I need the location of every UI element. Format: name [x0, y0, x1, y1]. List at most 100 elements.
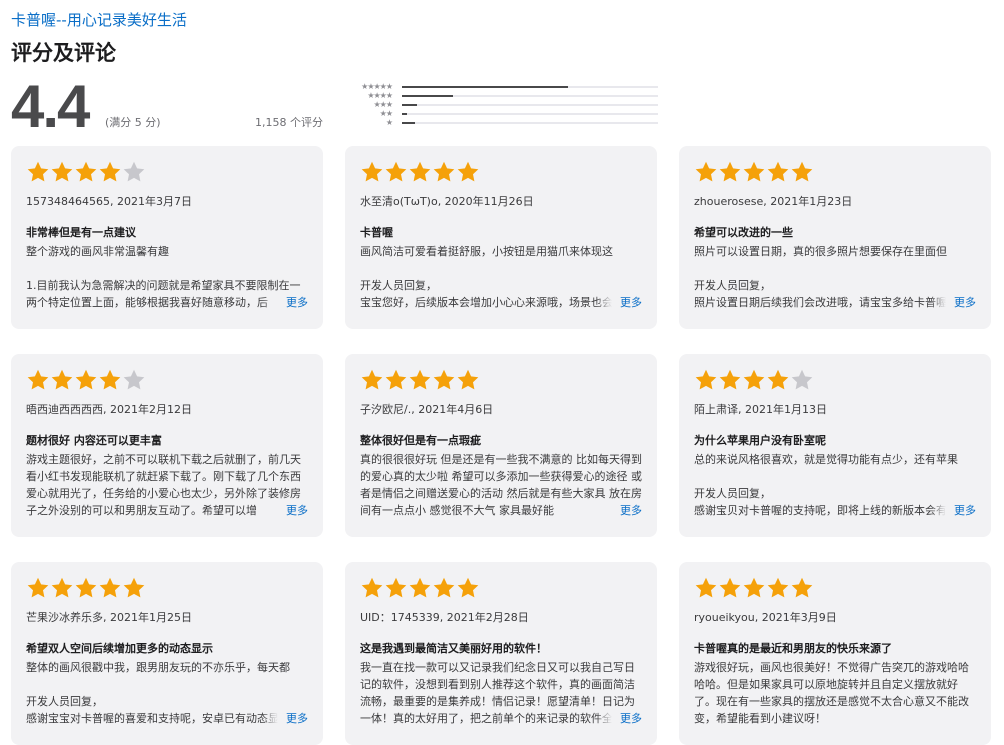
histogram-track	[402, 121, 658, 124]
histogram-track	[402, 85, 658, 88]
star-empty-icon	[123, 369, 145, 390]
app-title-link[interactable]: 卡普喔--用心记录美好生活	[11, 9, 187, 30]
rating-histogram: ★★★★★ ★★★★ ★★★ ★★ ★	[342, 82, 658, 127]
star-filled-icon	[457, 161, 479, 182]
star-filled-icon	[433, 577, 455, 598]
star-filled-icon	[743, 161, 765, 182]
more-button[interactable]: 更多	[596, 710, 642, 727]
more-button[interactable]: 更多	[262, 294, 308, 311]
star-filled-icon	[27, 577, 49, 598]
review-title: 整体很好但是有一点瑕疵	[360, 434, 481, 447]
review-author-date: 晤西迪西西西西, 2021年2月12日	[26, 403, 192, 416]
histogram-track	[402, 94, 658, 97]
review-star-rating	[694, 366, 976, 394]
histogram-star-icon: ★★★	[373, 100, 393, 109]
star-filled-icon	[433, 369, 455, 390]
review-title: 非常棒但是有一点建议	[26, 226, 136, 239]
star-filled-icon	[51, 369, 73, 390]
review-author-date: UID：1745339, 2021年2月28日	[360, 611, 529, 624]
review-author-date: 芒果沙冰养乐多, 2021年1月25日	[26, 611, 192, 624]
review-card: zhouerosese, 2021年1月23日 希望可以改进的一些 照片可以设置日期…	[679, 146, 991, 329]
more-button[interactable]: 更多	[596, 502, 642, 519]
star-filled-icon	[409, 369, 431, 390]
star-filled-icon	[75, 577, 97, 598]
star-filled-icon	[695, 161, 717, 182]
review-star-rating	[360, 574, 642, 602]
star-filled-icon	[719, 369, 741, 390]
more-button[interactable]: 更多	[596, 294, 642, 311]
histogram-star-icon: ★★	[379, 109, 393, 118]
review-author-date: 水至清o(TωT)o, 2020年11月26日	[360, 195, 534, 208]
review-star-rating	[26, 366, 308, 394]
star-filled-icon	[409, 577, 431, 598]
review-card: UID：1745339, 2021年2月28日这是我遇到最简洁又美丽好用的软件！…	[345, 562, 657, 745]
star-filled-icon	[767, 369, 789, 390]
review-star-rating	[694, 574, 976, 602]
star-filled-icon	[385, 577, 407, 598]
star-filled-icon	[767, 161, 789, 182]
star-filled-icon	[99, 369, 121, 390]
star-filled-icon	[361, 161, 383, 182]
star-filled-icon	[99, 161, 121, 182]
review-card: ryoueikyou, 2021年3月9日卡普喔真的是最近和男朋友的快乐来源了游…	[679, 562, 991, 745]
section-title: 评分及评论	[11, 41, 116, 65]
review-star-rating	[360, 366, 642, 394]
review-title: 这是我遇到最简洁又美丽好用的软件！	[360, 642, 547, 655]
histogram-row-3-star: ★★★	[342, 100, 658, 109]
histogram-row-1-star: ★	[342, 118, 658, 127]
review-title: 题材很好 内容还可以更丰富	[26, 434, 162, 447]
histogram-star-icon: ★★★★	[367, 91, 393, 100]
histogram-bar	[402, 94, 454, 97]
histogram-bar	[402, 112, 408, 115]
star-filled-icon	[99, 577, 121, 598]
histogram-track	[402, 112, 658, 115]
star-filled-icon	[409, 161, 431, 182]
star-filled-icon	[123, 577, 145, 598]
star-filled-icon	[695, 369, 717, 390]
star-filled-icon	[75, 369, 97, 390]
star-filled-icon	[791, 577, 813, 598]
review-author-date: 157348464565, 2021年3月7日	[26, 195, 192, 208]
histogram-star-icon: ★	[385, 118, 393, 127]
histogram-row-2-star: ★★	[342, 109, 658, 118]
star-filled-icon	[51, 161, 73, 182]
review-card: 晤西迪西西西西, 2021年2月12日 题材很好 内容还可以更丰富 游戏主题很好，之…	[11, 354, 323, 537]
more-button[interactable]: 更多	[262, 710, 308, 727]
histogram-bar	[402, 85, 569, 88]
more-button[interactable]: 更多	[930, 294, 976, 311]
histogram-row-4-star: ★★★★	[342, 91, 658, 100]
review-title: 希望可以改进的一些	[694, 226, 793, 239]
more-button[interactable]: 更多	[930, 502, 976, 519]
histogram-track	[402, 103, 658, 106]
star-filled-icon	[719, 577, 741, 598]
review-author-date: zhouerosese, 2021年1月23日	[694, 195, 853, 208]
review-body: 游戏很好玩，画风也很美好！不觉得广告突兀的游戏哈哈哈哈。但是如果家具可以原地旋转…	[694, 661, 969, 725]
star-filled-icon	[385, 161, 407, 182]
star-filled-icon	[457, 577, 479, 598]
review-star-rating	[26, 158, 308, 186]
star-filled-icon	[743, 577, 765, 598]
star-filled-icon	[51, 577, 73, 598]
star-filled-icon	[791, 161, 813, 182]
star-filled-icon	[743, 369, 765, 390]
histogram-row-5-star: ★★★★★	[342, 82, 658, 91]
review-list: 157348464565, 2021年3月7日 非常棒但是有一点建议 整个游戏的画风…	[11, 146, 991, 745]
review-card: 陌上肃译, 2021年1月13日 为什么苹果用户没有卧室呢 总的来说风格很喜欢，就是…	[679, 354, 991, 537]
histogram-bar	[402, 121, 415, 124]
average-rating: 4.4	[11, 73, 90, 140]
star-filled-icon	[385, 369, 407, 390]
more-button[interactable]: 更多	[262, 502, 308, 519]
review-star-rating	[360, 158, 642, 186]
review-title: 卡普喔真的是最近和男朋友的快乐来源了	[694, 642, 892, 655]
review-author-date: ryoueikyou, 2021年3月9日	[694, 611, 837, 624]
review-card: 157348464565, 2021年3月7日 非常棒但是有一点建议 整个游戏的画风…	[11, 146, 323, 329]
star-empty-icon	[791, 369, 813, 390]
review-author-date: 子汐欧尼/., 2021年4月6日	[360, 403, 494, 416]
review-star-rating	[694, 158, 976, 186]
review-star-rating	[26, 574, 308, 602]
star-filled-icon	[767, 577, 789, 598]
review-card: 水至清o(TωT)o, 2020年11月26日 卡普喔 画风简洁可爱看着挺舒服，小按…	[345, 146, 657, 329]
rating-scale-label: (满分 5 分)	[105, 116, 161, 129]
star-filled-icon	[719, 161, 741, 182]
star-filled-icon	[457, 369, 479, 390]
